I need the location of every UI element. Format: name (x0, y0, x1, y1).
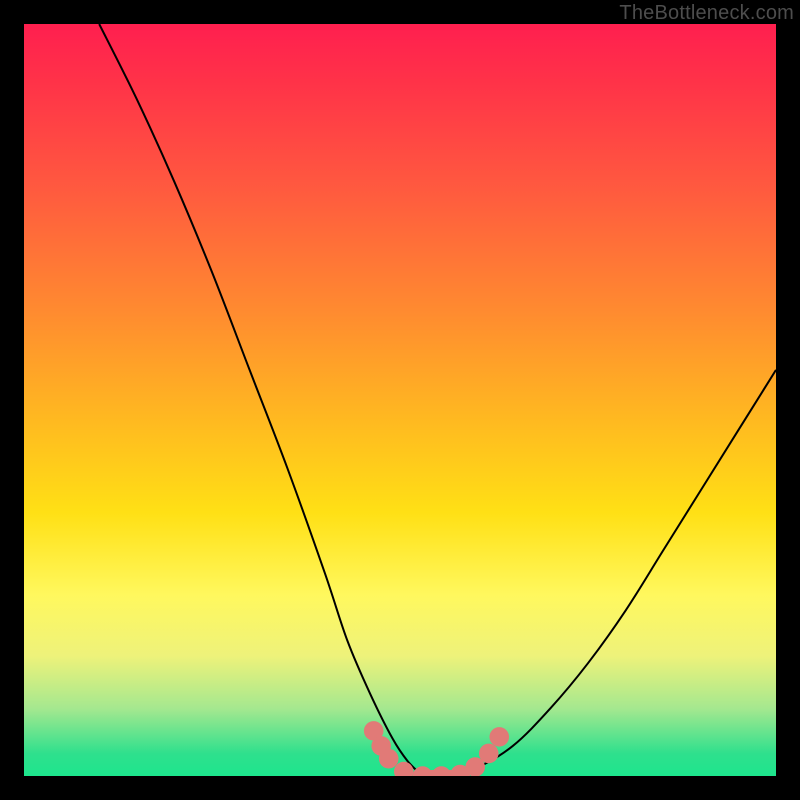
trough-markers (364, 721, 509, 776)
chart-frame: TheBottleneck.com (0, 0, 800, 800)
trough-marker (413, 766, 433, 776)
right-branch-curve (423, 370, 776, 776)
trough-marker (489, 727, 509, 747)
left-branch-curve (99, 24, 422, 776)
plot-area (24, 24, 776, 776)
trough-marker (432, 766, 452, 776)
chart-svg (24, 24, 776, 776)
trough-marker (379, 749, 399, 769)
trough-marker (479, 744, 499, 764)
watermark-text: TheBottleneck.com (619, 2, 794, 25)
